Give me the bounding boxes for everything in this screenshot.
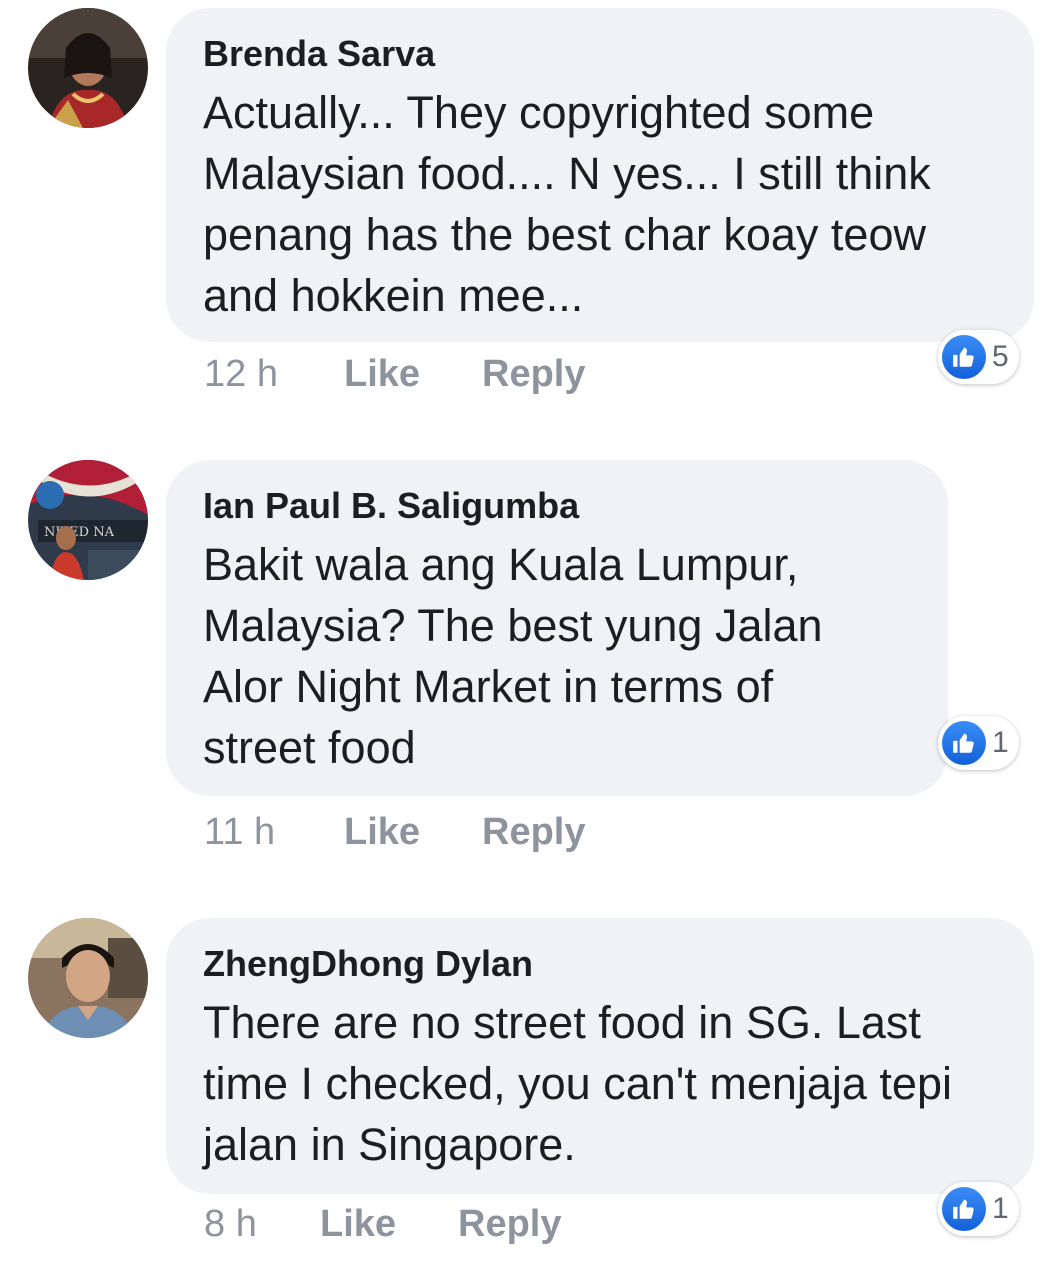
reply-button[interactable]: Reply xyxy=(458,1202,561,1246)
comment-author[interactable]: ZhengDhong Dylan xyxy=(203,942,998,986)
comment-bubble: Brenda Sarva Actually... They copyrighte… xyxy=(166,8,1034,342)
reply-button[interactable]: Reply xyxy=(482,810,585,854)
reaction-summary[interactable]: 1 xyxy=(938,716,1019,770)
comment-author[interactable]: Ian Paul B. Saligumba xyxy=(203,484,912,528)
comment-bubble: Ian Paul B. Saligumba Bakit wala ang Kua… xyxy=(166,460,948,796)
comment-timestamp[interactable]: 11 h xyxy=(204,810,344,854)
comment-actions: 11 h Like Reply xyxy=(204,810,585,854)
reaction-summary[interactable]: 5 xyxy=(938,330,1019,384)
thumbs-up-icon xyxy=(942,1187,986,1231)
like-button[interactable]: Like xyxy=(344,810,482,854)
reaction-count: 1 xyxy=(992,726,1009,759)
avatar[interactable]: NITED NA xyxy=(28,460,148,580)
reply-button[interactable]: Reply xyxy=(482,352,585,396)
thumbs-up-icon xyxy=(942,335,986,379)
comment-text: There are no street food in SG. Last tim… xyxy=(203,997,952,1170)
avatar-photo-zhengdhong xyxy=(28,918,148,1038)
like-button[interactable]: Like xyxy=(344,352,482,396)
like-button[interactable]: Like xyxy=(320,1202,458,1246)
avatar[interactable] xyxy=(28,918,148,1038)
reaction-count: 1 xyxy=(992,1192,1009,1225)
reaction-summary[interactable]: 1 xyxy=(938,1182,1019,1236)
reaction-count: 5 xyxy=(992,340,1009,373)
comment-author[interactable]: Brenda Sarva xyxy=(203,32,998,76)
comment-timestamp[interactable]: 12 h xyxy=(204,352,344,396)
thumbs-up-icon xyxy=(942,721,986,765)
comment-text: Bakit wala ang Kuala Lumpur, Malaysia? T… xyxy=(203,539,823,773)
comment-timestamp[interactable]: 8 h xyxy=(204,1202,320,1246)
comment-bubble: ZhengDhong Dylan There are no street foo… xyxy=(166,918,1034,1194)
svg-text:NITED NA: NITED NA xyxy=(44,525,115,540)
avatar-photo-ian: NITED NA xyxy=(28,460,148,580)
avatar[interactable] xyxy=(28,8,148,128)
comment-actions: 8 h Like Reply xyxy=(204,1202,561,1246)
comment-text: Actually... They copyrighted some Malays… xyxy=(203,87,931,321)
comment-actions: 12 h Like Reply xyxy=(204,352,585,396)
avatar-photo-brenda xyxy=(28,8,148,128)
